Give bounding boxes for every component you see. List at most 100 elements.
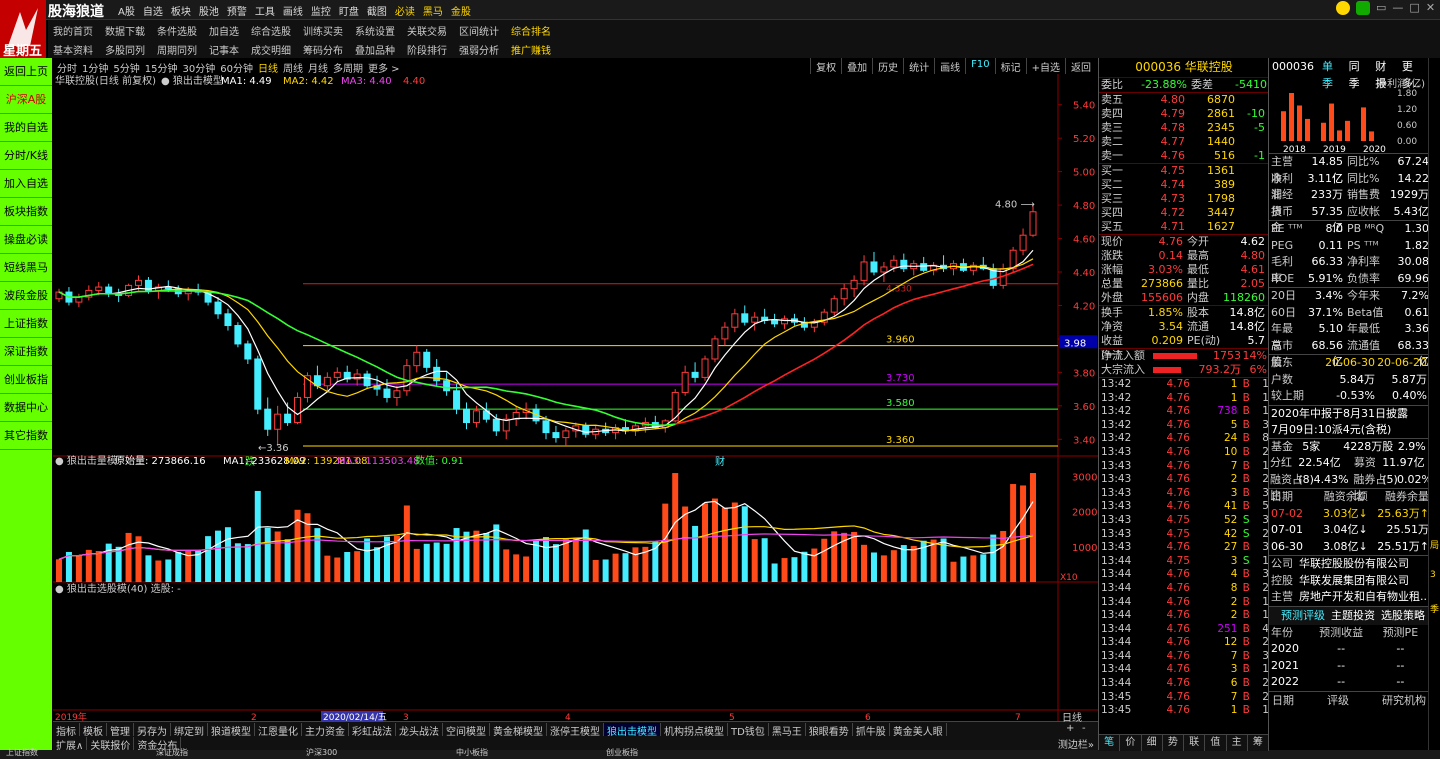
chart-tool-button[interactable]: 画线: [934, 58, 965, 75]
nav-item[interactable]: 短线黑马: [0, 254, 52, 282]
info-tab[interactable]: 同季: [1349, 58, 1370, 90]
quote-tab[interactable]: 筹: [1248, 735, 1269, 751]
nav-item[interactable]: 深证指数: [0, 338, 52, 366]
chart-tool-button[interactable]: F10: [965, 58, 994, 75]
top-menu-item[interactable]: 盯盘: [339, 3, 359, 18]
menu-item[interactable]: 阶段排行: [407, 42, 447, 57]
chart-tool-button[interactable]: 历史: [872, 58, 903, 75]
nav-item[interactable]: 操盘必读: [0, 226, 52, 254]
period-tab[interactable]: 更多 >: [368, 60, 400, 75]
nav-item[interactable]: 创业板指: [0, 366, 52, 394]
chart-tool-button[interactable]: 复权: [810, 58, 841, 75]
candle-body: [95, 286, 103, 291]
quote-tab[interactable]: 势: [1163, 735, 1184, 751]
nav-item[interactable]: 其它指数: [0, 422, 52, 450]
menu-item[interactable]: 记事本: [209, 42, 239, 57]
zoom-in-button[interactable]: +: [1066, 723, 1074, 734]
menu-item[interactable]: 叠加品种: [355, 42, 395, 57]
candle-body: [870, 261, 878, 273]
forecast-tab[interactable]: 主题投资: [1331, 607, 1375, 625]
top-menu-item[interactable]: A股: [118, 3, 135, 18]
forecast-tab[interactable]: 预测评级: [1281, 607, 1325, 625]
holder-value: 0.40%: [1392, 389, 1427, 402]
nav-item[interactable]: 上证指数: [0, 310, 52, 338]
quote-tab[interactable]: 笔: [1099, 735, 1121, 751]
fin-value: 14.85亿: [1311, 155, 1344, 185]
nav-item[interactable]: 沪深A股: [0, 86, 52, 114]
chart-tool-button[interactable]: 标记: [994, 58, 1026, 75]
top-menu-item[interactable]: 板块: [171, 3, 191, 18]
menu-item[interactable]: 数据下载: [105, 23, 145, 38]
top-menu-item[interactable]: 截图: [367, 3, 387, 18]
menu-item[interactable]: 多股同列: [105, 42, 145, 57]
tick-list[interactable]: 13:42 4.76 1 B 1 13:42 4.76 1 B 1 13:42 4.76 738 B 1 13…: [1099, 377, 1269, 718]
menu-item[interactable]: 关联交易: [407, 23, 447, 38]
forecast-tab[interactable]: 选股策略: [1381, 607, 1425, 625]
menu-item[interactable]: 综合排名: [511, 23, 551, 38]
chart-tool-button[interactable]: 返回: [1065, 58, 1096, 75]
minimize-icon[interactable]: —: [1392, 1, 1403, 15]
top-menu-item[interactable]: 监控: [311, 3, 331, 18]
period-tab[interactable]: 多周期: [333, 60, 363, 75]
zoom-out-button[interactable]: -: [1082, 723, 1086, 734]
menu-item[interactable]: 强弱分析: [459, 42, 499, 57]
quote-tab[interactable]: 主: [1227, 735, 1248, 751]
menu-item[interactable]: 训练买卖: [303, 23, 343, 38]
chart-tool-button[interactable]: +自选: [1025, 58, 1065, 75]
nav-item[interactable]: 我的自选: [0, 114, 52, 142]
quote-tab[interactable]: 值: [1205, 735, 1227, 751]
top-menu-item[interactable]: 金股: [451, 3, 471, 18]
skin-icon[interactable]: ▭: [1376, 1, 1386, 15]
fin-value: 1.82: [1404, 238, 1430, 252]
close-icon[interactable]: ✕: [1426, 1, 1435, 15]
top-menu-item[interactable]: 股池: [199, 3, 219, 18]
top-menu-item[interactable]: 自选: [143, 3, 163, 18]
top-menu-item[interactable]: 预警: [227, 3, 247, 18]
fin-label: 年最低: [1347, 322, 1380, 335]
top-menu-item[interactable]: 黑马: [423, 3, 443, 18]
sidebar-toggle[interactable]: 测边栏»: [1058, 736, 1094, 751]
menu-item[interactable]: 基本资料: [53, 42, 93, 57]
menu-item[interactable]: 系统设置: [355, 23, 395, 38]
period-tab[interactable]: 月线: [308, 60, 328, 75]
menu-item[interactable]: 条件选股: [157, 23, 197, 38]
period-tab[interactable]: 1分钟: [82, 60, 108, 75]
wechat-icon[interactable]: [1356, 1, 1370, 15]
period-tab[interactable]: 周线: [283, 60, 303, 75]
top-menu-item[interactable]: 必读: [395, 3, 415, 18]
quote-stats: 现价 4.76 今开 4.62 涨跌 0.14 最高 4.80 涨幅 3.03% 最低 4.61 总量 2…: [1099, 234, 1269, 305]
period-tab[interactable]: 日线: [258, 60, 278, 75]
period-tab[interactable]: 5分钟: [113, 60, 139, 75]
menu-item[interactable]: 区间统计: [459, 23, 499, 38]
menu-item[interactable]: 我的首页: [53, 23, 93, 38]
menu-item[interactable]: 成交明细: [251, 42, 291, 57]
nav-item[interactable]: 加入自选: [0, 170, 52, 198]
info-tab[interactable]: 更多..: [1402, 58, 1429, 90]
period-tab[interactable]: 15分钟: [145, 60, 178, 75]
quote-tab[interactable]: 联: [1184, 735, 1206, 751]
nav-item[interactable]: 板块指数: [0, 198, 52, 226]
nav-item[interactable]: 分时/K线: [0, 142, 52, 170]
menu-item[interactable]: 周期同列: [157, 42, 197, 57]
chart-tool-button[interactable]: 统计: [903, 58, 934, 75]
menu-item[interactable]: 推广赚钱: [511, 42, 551, 57]
info-tab[interactable]: 财报: [1375, 58, 1396, 90]
period-tab[interactable]: 分时: [57, 60, 77, 75]
menu-item[interactable]: 综合选股: [251, 23, 291, 38]
nav-item[interactable]: 返回上页: [0, 58, 52, 86]
quote-tab[interactable]: 细: [1142, 735, 1163, 751]
top-menu-item[interactable]: 工具: [255, 3, 275, 18]
period-tab[interactable]: 30分钟: [182, 60, 215, 75]
chart-tool-button[interactable]: 叠加: [841, 58, 872, 75]
nav-item[interactable]: 数据中心: [0, 394, 52, 422]
period-tab[interactable]: 60分钟: [220, 60, 253, 75]
top-menu-item[interactable]: 画线: [283, 3, 303, 18]
menu-item[interactable]: 加自选: [209, 23, 239, 38]
nav-item[interactable]: 波段金股: [0, 282, 52, 310]
user-icon[interactable]: [1336, 1, 1350, 15]
menu-item[interactable]: 筹码分布: [303, 42, 343, 57]
kline-chart[interactable]: 华联控股(日线 前复权) ● 狼出击模型MA1: 4.49 MA2: 4.42 MA3…: [53, 74, 1098, 721]
maximize-icon[interactable]: □: [1409, 1, 1419, 15]
info-tab[interactable]: 单季: [1322, 58, 1343, 90]
quote-tab[interactable]: 价: [1120, 735, 1142, 751]
